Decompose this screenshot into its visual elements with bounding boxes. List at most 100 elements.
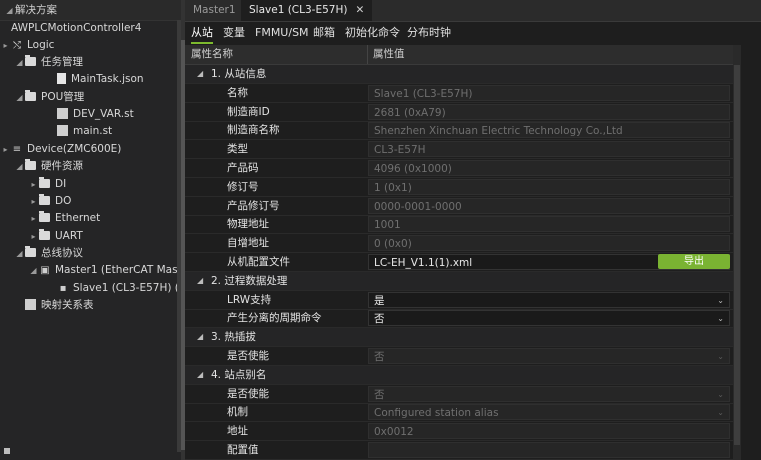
- editor-area: Master1 Slave1 (CL3-E57H) ✕ 从站 变量 FMMU/SM…: [185, 0, 761, 460]
- property-row[interactable]: 产品修订号 0000-0001-0000: [185, 197, 733, 216]
- property-name: 是否使能: [227, 350, 269, 362]
- property-value-field[interactable]: 0x0012: [368, 423, 730, 440]
- expand-arrow-icon[interactable]: ◢: [14, 54, 25, 71]
- source-file-icon: [57, 108, 68, 119]
- collapse-arrow-icon[interactable]: ◢: [197, 328, 203, 346]
- property-row[interactable]: 制造商名称 Shenzhen Xinchuan Electric Technolo…: [185, 121, 733, 141]
- property-row[interactable]: 是否使能 否 ⌄: [185, 347, 733, 366]
- property-row[interactable]: 物理地址 1001: [185, 215, 733, 235]
- collapse-arrow-icon[interactable]: ◢: [197, 65, 203, 83]
- scrollbar-thumb[interactable]: [734, 65, 740, 445]
- tree-item[interactable]: main.st: [46, 123, 112, 140]
- tab-slave1[interactable]: Slave1 (CL3-E57H) ✕: [241, 0, 373, 21]
- scrollbar-track[interactable]: [733, 45, 741, 460]
- tree-item[interactable]: MainTask.json: [46, 71, 144, 88]
- subtab-slave[interactable]: 从站: [191, 24, 213, 44]
- property-category[interactable]: ◢ 1. 从站信息: [185, 65, 733, 84]
- expand-arrow-icon[interactable]: ◢: [28, 262, 39, 279]
- subtab-variables[interactable]: 变量: [223, 24, 245, 42]
- property-value-field[interactable]: 4096 (0x1000): [368, 160, 730, 176]
- property-row[interactable]: 产生分离的周期命令否 ⌄: [185, 309, 733, 329]
- close-icon[interactable]: ✕: [355, 4, 364, 16]
- property-row[interactable]: 自增地址 0 (0x0): [185, 234, 733, 254]
- property-value-field[interactable]: 0 (0x0): [368, 235, 730, 252]
- property-value-field[interactable]: 1001: [368, 216, 730, 233]
- property-row[interactable]: LRW支持是 ⌄: [185, 291, 733, 310]
- category-label: 4. 站点别名: [211, 368, 267, 381]
- property-row[interactable]: 产品码 4096 (0x1000): [185, 159, 733, 178]
- tree-item[interactable]: ▪ Slave1 (CL3-E57H) (E...: [46, 280, 181, 297]
- tree-item[interactable]: AWPLCMotionController4: [0, 20, 141, 37]
- subtab-distributed-clock[interactable]: 分布时钟: [407, 24, 451, 42]
- property-value-field[interactable]: Shenzhen Xinchuan Electric Technology Co…: [368, 122, 730, 139]
- tree-item[interactable]: ▸ ≡ Device(ZMC600E): [0, 141, 121, 158]
- property-category[interactable]: ◢ 2. 过程数据处理: [185, 271, 733, 291]
- subtab-init-commands[interactable]: 初始化命令: [345, 24, 400, 42]
- subtab-fmmu-sm[interactable]: FMMU/SM: [255, 24, 309, 42]
- column-divider[interactable]: [367, 45, 368, 64]
- property-value-field[interactable]: 2681 (0xA79): [368, 103, 730, 120]
- property-value-field[interactable]: 1 (0x1): [368, 178, 730, 195]
- collapse-arrow-icon[interactable]: ◢: [4, 1, 15, 21]
- property-row[interactable]: 名称 Slave1 (CL3-E57H): [185, 84, 733, 103]
- property-value-select[interactable]: 否 ⌄: [368, 310, 730, 327]
- tree-item[interactable]: ▸ DO: [28, 193, 71, 210]
- expand-arrow-icon[interactable]: ▸: [0, 37, 11, 54]
- tree-item-label: Logic: [27, 39, 55, 51]
- expand-arrow-icon[interactable]: ▸: [28, 210, 39, 227]
- expand-arrow-icon[interactable]: ◢: [14, 245, 25, 262]
- document-tabs: Master1 Slave1 (CL3-E57H) ✕: [185, 0, 761, 22]
- property-row[interactable]: 修订号 1 (0x1): [185, 178, 733, 197]
- property-value-select[interactable]: 是 ⌄: [368, 291, 730, 308]
- chevron-down-icon[interactable]: ⌄: [717, 349, 724, 363]
- property-value-field[interactable]: 0000-0001-0000: [368, 197, 730, 214]
- property-row[interactable]: 类型 CL3-E57H: [185, 140, 733, 160]
- chevron-down-icon[interactable]: ⌄: [717, 387, 724, 401]
- column-name-header: 属性名称: [191, 48, 233, 60]
- expand-arrow-icon[interactable]: ◢: [14, 89, 25, 106]
- tree-item[interactable]: 映射关系表: [14, 297, 94, 314]
- property-value-field[interactable]: CL3-E57H: [368, 141, 730, 158]
- tree-item[interactable]: ◢ 硬件资源: [14, 158, 83, 175]
- property-value-select[interactable]: 否 ⌄: [368, 385, 730, 402]
- property-row[interactable]: 机制 Configured station alias ⌄: [185, 403, 733, 423]
- tree-item[interactable]: ▸ Ethernet: [28, 210, 100, 227]
- property-grid-header: 属性名称 属性值: [185, 45, 733, 65]
- chevron-down-icon[interactable]: ⌄: [717, 405, 724, 419]
- tree-item[interactable]: ◢▣ Master1 (EtherCAT Master): [28, 262, 181, 279]
- property-row[interactable]: 从机配置文件 LC-EH_V1.1(1).xml 导出: [185, 253, 733, 272]
- property-name: 是否使能: [227, 387, 269, 400]
- column-value-header: 属性值: [373, 48, 405, 60]
- property-value-select[interactable]: 否 ⌄: [368, 348, 730, 364]
- expand-arrow-icon[interactable]: ▸: [28, 228, 39, 245]
- grid-scrollbar[interactable]: [733, 45, 761, 460]
- property-category[interactable]: ◢ 4. 站点别名: [185, 365, 733, 385]
- tree-item[interactable]: ◢ 任务管理: [14, 54, 83, 71]
- property-value-field[interactable]: [368, 442, 730, 458]
- tree-item[interactable]: ◢ POU管理: [14, 89, 84, 106]
- tree-item[interactable]: ◢ 总线协议: [14, 245, 83, 262]
- property-row[interactable]: 配置值: [185, 441, 733, 460]
- tree-item[interactable]: DEV_VAR.st: [46, 106, 134, 123]
- property-category[interactable]: ◢ 3. 热插拔: [185, 328, 733, 348]
- export-button[interactable]: 导出: [658, 254, 730, 269]
- expand-arrow-icon[interactable]: ▸: [0, 141, 11, 158]
- property-row[interactable]: 制造商ID 2681 (0xA79): [185, 103, 733, 122]
- subtab-mailbox[interactable]: 邮箱: [313, 24, 335, 42]
- property-row[interactable]: 地址 0x0012: [185, 422, 733, 442]
- property-value-field[interactable]: Slave1 (CL3-E57H): [368, 84, 730, 101]
- collapse-arrow-icon[interactable]: ◢: [197, 366, 203, 384]
- tab-master1[interactable]: Master1: [185, 0, 244, 21]
- expand-arrow-icon[interactable]: ◢: [14, 158, 25, 175]
- property-value-select[interactable]: Configured station alias ⌄: [368, 404, 730, 421]
- chevron-down-icon[interactable]: ⌄: [717, 293, 724, 307]
- expand-arrow-icon[interactable]: ▸: [28, 176, 39, 193]
- tree-item[interactable]: ▸ UART: [28, 228, 83, 245]
- tree-item[interactable]: ▸ ⤭ Logic: [0, 37, 54, 54]
- chevron-down-icon[interactable]: ⌄: [717, 311, 724, 325]
- collapse-arrow-icon[interactable]: ◢: [197, 272, 203, 290]
- tree-item[interactable]: ▸ DI: [28, 176, 66, 193]
- property-row[interactable]: 是否使能 否 ⌄: [185, 385, 733, 404]
- property-name: 修订号: [227, 180, 259, 193]
- expand-arrow-icon[interactable]: ▸: [28, 193, 39, 210]
